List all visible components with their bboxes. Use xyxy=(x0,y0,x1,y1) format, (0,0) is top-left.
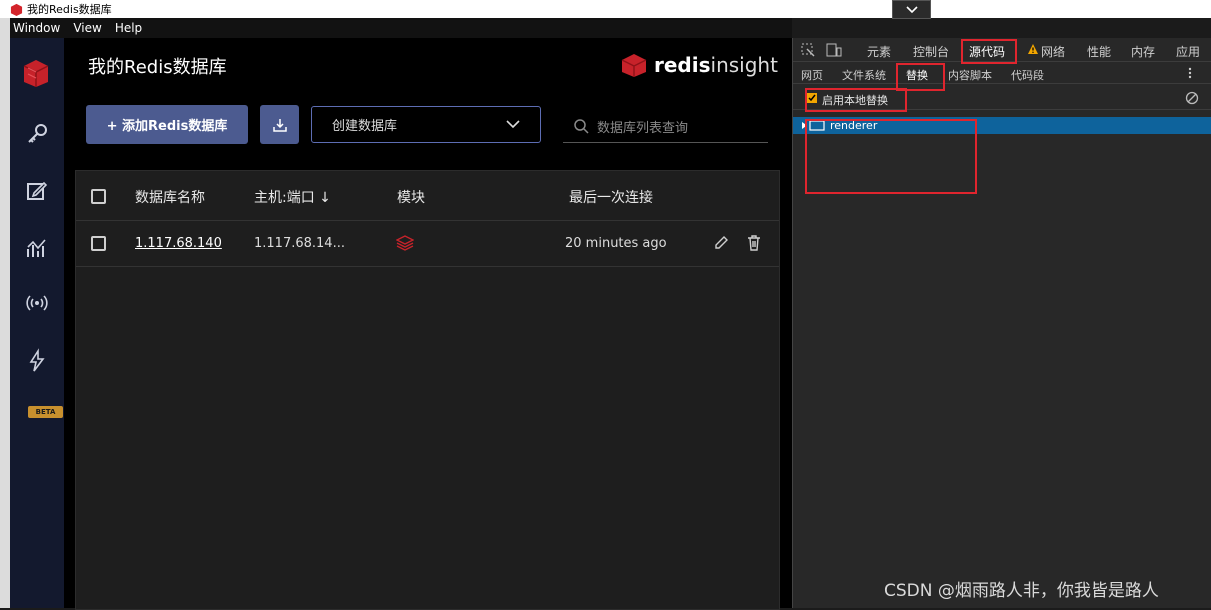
highlight-renderer-folder xyxy=(805,119,977,194)
pubsub-icon[interactable] xyxy=(24,290,50,316)
menu-help[interactable]: Help xyxy=(115,21,142,35)
header-host[interactable]: 主机:端口 ↓ xyxy=(254,187,331,207)
highlight-sources-tab xyxy=(961,39,1017,64)
clear-icon[interactable] xyxy=(1185,91,1199,105)
edit-icon[interactable] xyxy=(24,178,50,204)
tab-memory[interactable]: 内存 xyxy=(1131,43,1155,60)
menu-view[interactable]: View xyxy=(73,21,101,35)
select-all-checkbox[interactable] xyxy=(91,189,106,204)
search-placeholder: 数据库列表查询 xyxy=(597,120,689,136)
window-title: 我的Redis数据库 xyxy=(27,3,112,16)
header-last-connection[interactable]: 最后一次连接 xyxy=(569,187,653,207)
key-icon[interactable] xyxy=(24,121,50,147)
analytics-icon[interactable] xyxy=(24,235,50,261)
redis-logo-icon xyxy=(621,54,647,77)
workbench-icon[interactable] xyxy=(24,348,50,374)
devtools-panel: 元素 控制台 源代码 网络 性能 内存 应用 网页 文件系统 替换 内容脚本 代… xyxy=(792,38,1211,608)
watermark: CSDN @烟雨路人非，你我皆是路人 xyxy=(884,581,1159,601)
import-button[interactable] xyxy=(260,105,299,144)
table-header: 数据库名称 主机:端口 ↓ 模块 最后一次连接 xyxy=(76,171,779,221)
edit-icon[interactable] xyxy=(713,235,729,251)
app-icon xyxy=(10,3,23,16)
title-bar-spacer xyxy=(892,0,1211,18)
stack-icon xyxy=(396,235,414,251)
beta-badge: BETA xyxy=(28,406,63,418)
window-title-bar: 我的Redis数据库 xyxy=(0,0,892,18)
table-row[interactable]: 1.117.68.140 1.117.68.14... 20 minutes a… xyxy=(76,221,779,267)
dropdown-button[interactable] xyxy=(892,0,931,19)
database-table: 数据库名称 主机:端口 ↓ 模块 最后一次连接 1.117.68.140 1.1… xyxy=(75,170,780,610)
warning-icon xyxy=(1028,44,1038,54)
redis-logo-icon[interactable] xyxy=(20,56,52,88)
subtab-filesystem[interactable]: 文件系统 xyxy=(842,67,886,83)
header-name[interactable]: 数据库名称 xyxy=(135,187,205,207)
subtab-snippets[interactable]: 代码段 xyxy=(1011,67,1044,83)
trash-icon[interactable] xyxy=(746,234,762,251)
add-database-button[interactable]: + 添加Redis数据库 xyxy=(86,105,248,144)
brand-bold: redis xyxy=(654,53,711,77)
chevron-down-icon xyxy=(905,5,918,13)
database-name-link[interactable]: 1.117.68.140 xyxy=(135,236,222,251)
subtab-page[interactable]: 网页 xyxy=(801,67,823,83)
subtab-content-scripts[interactable]: 内容脚本 xyxy=(948,67,992,83)
more-options-icon[interactable] xyxy=(1188,67,1192,79)
search-input[interactable]: 数据库列表查询 xyxy=(563,110,768,143)
download-icon xyxy=(272,118,287,132)
create-database-select[interactable]: 创建数据库 xyxy=(311,106,541,143)
tab-network[interactable]: 网络 xyxy=(1041,43,1065,60)
left-nav: BETA xyxy=(10,38,64,608)
tab-application[interactable]: 应用 xyxy=(1176,43,1200,60)
redisinsight-logo: redis insight xyxy=(620,52,778,78)
row-checkbox[interactable] xyxy=(91,236,106,251)
page-title: 我的Redis数据库 xyxy=(88,57,227,78)
last-connection: 20 minutes ago xyxy=(565,236,667,251)
main-panel: 我的Redis数据库 redis insight + 添加Redis数据库 创建… xyxy=(64,38,792,610)
menu-window[interactable]: Window xyxy=(13,21,60,35)
brand-light: insight xyxy=(710,53,778,77)
tab-elements[interactable]: 元素 xyxy=(867,43,891,60)
header-modules: 模块 xyxy=(397,190,425,206)
chevron-down-icon xyxy=(506,120,520,129)
create-select-value: 创建数据库 xyxy=(332,119,398,134)
tab-performance[interactable]: 性能 xyxy=(1087,43,1111,60)
host-port: 1.117.68.14... xyxy=(254,236,345,251)
menu-bar: Window View Help xyxy=(0,18,792,38)
device-toggle-icon[interactable] xyxy=(826,43,842,57)
search-icon xyxy=(574,119,589,134)
sources-subtabs: 网页 文件系统 替换 内容脚本 代码段 xyxy=(793,62,1211,84)
highlight-enable-overrides xyxy=(805,88,907,112)
background-window-strip xyxy=(0,18,10,608)
tab-console[interactable]: 控制台 xyxy=(913,43,949,60)
inspect-icon[interactable] xyxy=(801,43,815,57)
